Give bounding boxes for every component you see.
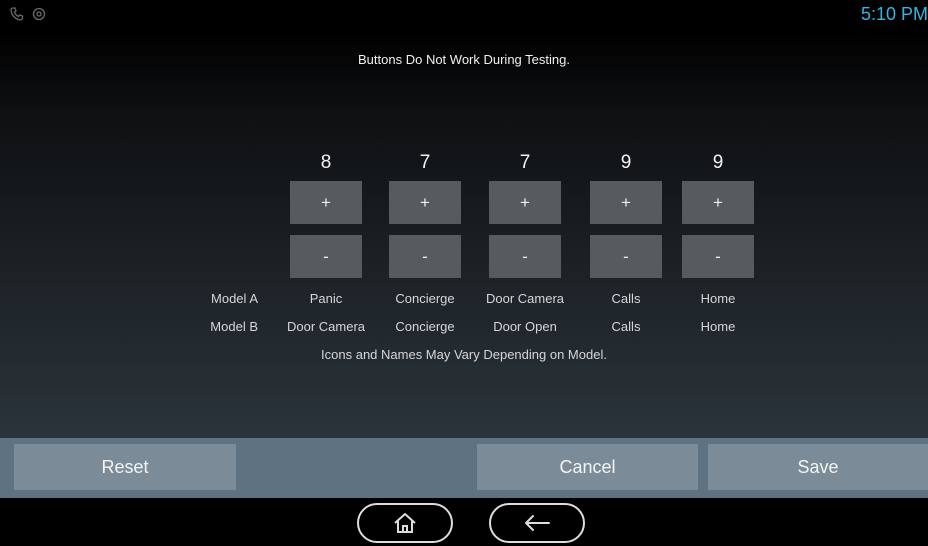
increase-button[interactable]: + xyxy=(489,181,561,224)
decrease-button[interactable]: - xyxy=(590,235,662,278)
decrease-button[interactable]: - xyxy=(290,235,362,278)
save-button[interactable]: Save xyxy=(708,444,928,490)
cancel-button[interactable]: Cancel xyxy=(477,444,698,490)
navigation-bar xyxy=(0,498,928,546)
model-a-name: Home xyxy=(700,291,736,306)
camera-icon xyxy=(32,7,46,21)
increase-button[interactable]: + xyxy=(590,181,662,224)
testing-notice: Buttons Do Not Work During Testing. xyxy=(358,52,570,67)
phone-icon xyxy=(10,7,24,21)
model-b-label: Model B xyxy=(210,319,258,334)
level-value: 9 xyxy=(620,152,632,173)
clock: 5:10 PM xyxy=(860,4,928,24)
level-value: 9 xyxy=(712,152,724,173)
column-4: 9 + - xyxy=(590,148,662,278)
model-a-label: Model A xyxy=(211,291,258,306)
decrease-button[interactable]: - xyxy=(489,235,561,278)
home-icon xyxy=(394,513,416,533)
column-3: 7 + - xyxy=(489,148,561,278)
home-button[interactable] xyxy=(357,503,453,543)
decrease-button[interactable]: - xyxy=(682,235,754,278)
level-value: 8 xyxy=(320,152,332,173)
status-bar: 5:10 PM xyxy=(0,0,928,30)
status-icons xyxy=(10,7,46,21)
column-2: 7 + - xyxy=(389,148,461,278)
back-button[interactable] xyxy=(489,503,585,543)
increase-button[interactable]: + xyxy=(389,181,461,224)
column-1: 8 + - xyxy=(290,148,362,278)
increase-button[interactable]: + xyxy=(290,181,362,224)
action-bar: Reset Cancel Save xyxy=(0,438,928,498)
level-value: 7 xyxy=(519,152,531,173)
model-b-name: Home xyxy=(700,319,736,334)
decrease-button[interactable]: - xyxy=(389,235,461,278)
back-arrow-icon xyxy=(525,515,550,531)
reset-button[interactable]: Reset xyxy=(14,444,236,490)
increase-button[interactable]: + xyxy=(682,181,754,224)
column-5: 9 + - xyxy=(682,148,754,278)
model-variance-caption: Icons and Names May Vary Depending on Mo… xyxy=(321,347,607,362)
test-panel: Buttons Do Not Work During Testing. 8 + … xyxy=(0,30,928,438)
level-value: 7 xyxy=(419,152,431,173)
